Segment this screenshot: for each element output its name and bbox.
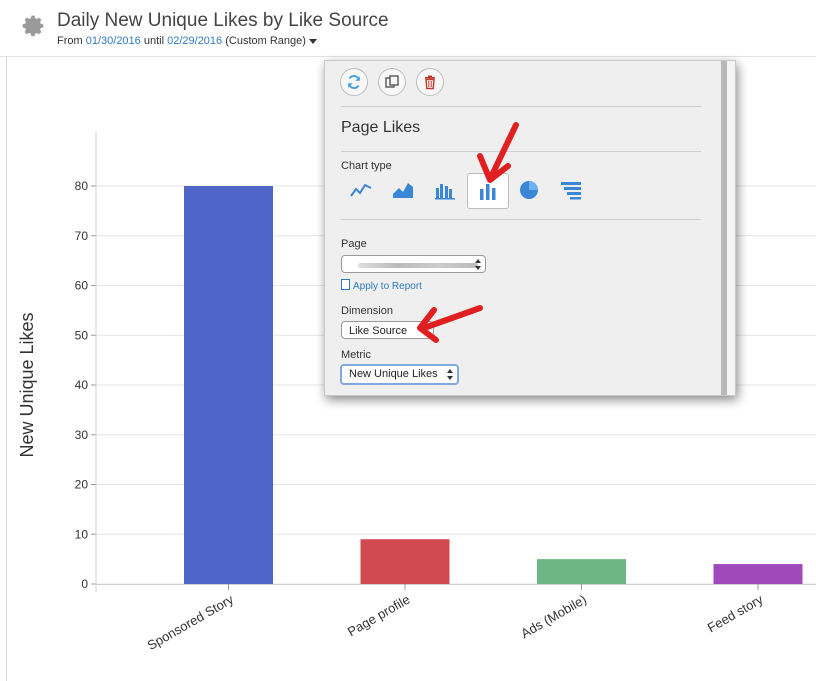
bar-sponsored-story[interactable] [184,186,273,584]
y-tick-label: 80 [75,179,89,193]
annotation-arrow-icon [477,122,519,183]
report-header: Daily New Unique Likes by Like Source Fr… [0,0,816,57]
trash-icon [425,75,435,90]
panel-scrollbar-thumb[interactable] [721,61,727,395]
y-tick-label: 40 [75,378,89,392]
redacted-page-name [358,263,478,268]
y-tick-label: 60 [75,279,89,293]
select-arrows-icon [447,369,453,380]
apply-to-report-link[interactable]: Apply to Report [341,279,422,292]
metric-select[interactable]: New Unique Likes [340,364,459,385]
document-icon [341,279,350,290]
x-tick-label: Page profile [345,592,413,640]
chart-type-area[interactable] [383,173,423,207]
chart-type-label: Chart type [341,160,392,172]
panel-scrollbar-track[interactable] [727,61,735,395]
select-arrows-icon [475,259,481,270]
y-tick-label: 30 [75,428,89,442]
y-tick-label: 20 [75,478,89,492]
annotation-arrow-icon [417,305,483,343]
y-tick-label: 70 [75,229,89,243]
panel-title: Page Likes [341,119,421,136]
caret-down-icon[interactable] [308,38,317,44]
x-tick-label: Sponsored Story [145,591,237,653]
refresh-button[interactable] [340,68,368,96]
metric-select-value: New Unique Likes [349,368,438,380]
range-label[interactable]: (Custom Range) [225,35,306,47]
x-tick-label: Feed story [705,591,766,635]
line-chart-icon [350,183,372,197]
page-label: Page [341,238,367,250]
apply-to-report-label: Apply to Report [353,281,422,292]
until-date-link[interactable]: 02/29/2016 [167,35,222,47]
chart-type-column[interactable] [425,173,465,207]
copy-icon [385,75,399,88]
bar-feed-story[interactable] [713,564,803,584]
gear-icon[interactable] [22,14,46,38]
duplicate-button[interactable] [378,68,406,96]
from-label: From [57,35,83,47]
until-label: until [143,35,165,47]
page-select[interactable] [341,255,486,273]
chart-type-line[interactable] [341,173,381,207]
divider [341,219,701,220]
divider [341,106,701,107]
bar-page-profile[interactable] [360,539,450,584]
delete-button[interactable] [416,68,444,96]
y-axis-title: New Unique Likes [17,312,37,457]
area-chart-icon [393,183,413,198]
metric-label: Metric [341,349,371,361]
dimension-select-value: Like Source [349,325,408,337]
y-tick-label: 0 [81,577,88,591]
bar-ads-mobile[interactable] [537,559,626,584]
column-chart-icon [435,184,455,200]
page-title: Daily New Unique Likes by Like Source [57,10,389,31]
funnel-chart-icon [561,182,581,200]
from-date-link[interactable]: 01/30/2016 [86,35,141,47]
chart-settings-panel: Page Likes Chart type Page Apply to Repo… [324,60,736,396]
date-range[interactable]: From 01/30/2016 until 02/29/2016 (Custom… [57,35,317,47]
y-tick-label: 50 [75,328,89,342]
dimension-label: Dimension [341,305,393,317]
refresh-icon [348,75,360,89]
chart-type-funnel[interactable] [551,173,591,207]
y-tick-label: 10 [75,527,89,541]
x-tick-label: Ads (Mobile) [518,592,589,641]
